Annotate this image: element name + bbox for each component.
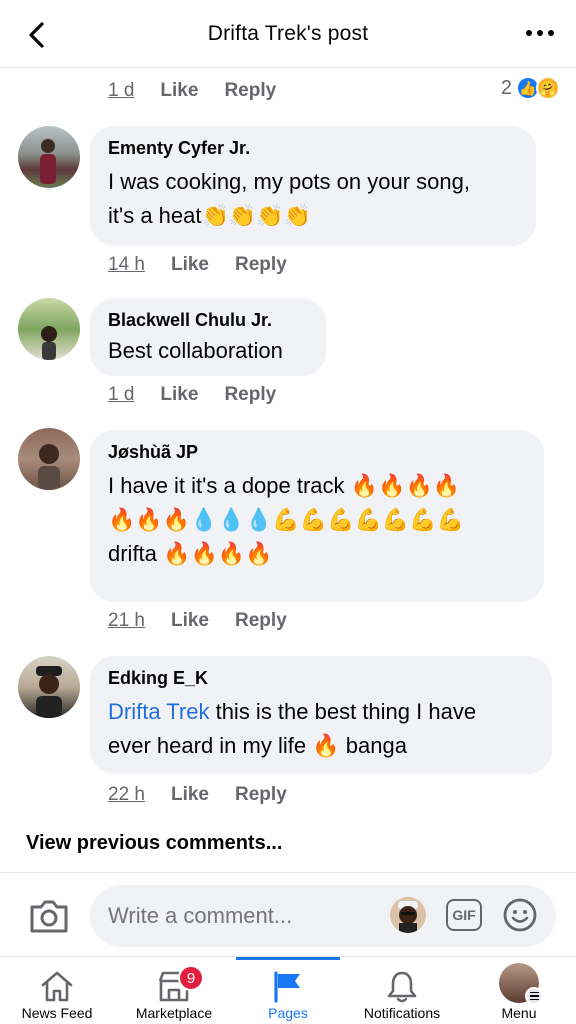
comment-line: drifta [108, 541, 157, 566]
comment-author[interactable]: Ementy Cyfer Jr. [108, 138, 518, 159]
more-options-icon[interactable] [526, 30, 554, 36]
comment-input[interactable] [90, 885, 556, 947]
comment-bubble[interactable]: Ementy Cyfer Jr. I was cooking, my pots … [90, 126, 536, 246]
tab-label: News Feed [21, 1005, 93, 1021]
tab-marketplace[interactable]: Marketplace 9 [124, 957, 224, 1024]
avatar[interactable] [18, 298, 80, 360]
tab-pages[interactable]: Pages [236, 957, 340, 1024]
comment-actions: 1 d Like Reply [108, 80, 276, 102]
tab-menu[interactable]: Menu [474, 957, 564, 1024]
comment-bubble[interactable]: Edking E_K Drifta Trek this is the best … [90, 656, 552, 774]
mention-link[interactable]: Drifta Trek [108, 699, 209, 724]
fire-emoji: 🔥🔥🔥🔥 [350, 473, 461, 498]
comment-time[interactable]: 21 h [108, 610, 145, 632]
like-button[interactable]: Like [171, 610, 209, 632]
comment-actions: 22 h Like Reply [108, 784, 287, 806]
page-title: Drifta Trek's post [207, 21, 369, 45]
clap-emoji: 👏👏👏👏 [201, 203, 312, 228]
tab-label: Marketplace [135, 1005, 213, 1021]
comment-text: Best collaboration [108, 338, 283, 363]
comment-line: banga [345, 733, 407, 758]
tab-news-feed[interactable]: News Feed [8, 957, 106, 1024]
like-button[interactable]: Like [171, 254, 209, 276]
comment-line: this is the best thing I have [209, 699, 477, 724]
avatar-sticker-icon[interactable] [390, 897, 426, 933]
post-comments-screen: Drifta Trek's post 1 d Like Reply 2 👍 🤗 … [0, 0, 576, 1024]
menu-icon [525, 987, 543, 1005]
notification-badge: 9 [178, 965, 204, 991]
comment-actions: 1 d Like Reply [108, 384, 276, 406]
emoji-row: 🔥🔥🔥💧💧💧💪💪💪💪💪💪💪 [108, 507, 465, 532]
avatar[interactable] [18, 656, 80, 718]
home-icon [41, 971, 73, 1002]
reaction-count: 2 [500, 76, 512, 99]
reply-button[interactable]: Reply [235, 254, 287, 276]
reply-button[interactable]: Reply [224, 80, 276, 102]
back-arrow-icon[interactable] [22, 20, 52, 50]
like-button[interactable]: Like [160, 384, 198, 406]
like-button[interactable]: Like [160, 80, 198, 102]
comment-line: I have it it's a dope track [108, 473, 345, 498]
comment-line: it's a heat [108, 203, 202, 228]
bell-icon [387, 971, 417, 1003]
avatar[interactable] [18, 126, 80, 188]
reaction-summary[interactable]: 2 👍 🤗 [501, 76, 560, 100]
gif-icon[interactable]: GIF [446, 899, 482, 931]
view-previous-comments-link[interactable]: View previous comments... [26, 832, 282, 855]
comment-line: ever heard in my life [108, 733, 307, 758]
comment-bubble[interactable]: Jøshùã JP I have it it's a dope track 🔥🔥… [90, 430, 544, 602]
comment-text: I was cooking, my pots on your song, it's… [108, 165, 518, 233]
bottom-navigation: News Feed Marketplace 9 Pages Notificati… [0, 956, 576, 1024]
reply-button[interactable]: Reply [224, 384, 276, 406]
tab-label: Menu [501, 1005, 537, 1021]
comment-author[interactable]: Edking E_K [108, 668, 534, 689]
tab-label: Notifications [363, 1005, 441, 1021]
comment-bubble[interactable]: Blackwell Chulu Jr. Best collaboration [90, 298, 326, 376]
reply-button[interactable]: Reply [235, 610, 287, 632]
tab-notifications[interactable]: Notifications [350, 957, 454, 1024]
profile-avatar [499, 963, 543, 1005]
comment-actions: 14 h Like Reply [108, 254, 287, 276]
comment-text: I have it it's a dope track 🔥🔥🔥🔥 🔥🔥🔥💧💧💧💪💪… [108, 469, 526, 571]
emoji-icon[interactable] [502, 897, 538, 933]
fire-emoji: 🔥🔥🔥🔥 [163, 541, 273, 566]
tab-label: Pages [268, 1005, 308, 1021]
reply-button[interactable]: Reply [235, 784, 287, 806]
comment-time[interactable]: 1 d [108, 384, 134, 406]
comment-actions: 21 h Like Reply [108, 610, 287, 632]
comment-time[interactable]: 22 h [108, 784, 145, 806]
comment-text: Drifta Trek this is the best thing I hav… [108, 695, 534, 763]
comment-composer: GIF [0, 872, 576, 956]
care-reaction-icon: 🤗 [536, 76, 560, 100]
avatar[interactable] [18, 428, 80, 490]
camera-icon[interactable] [28, 895, 70, 935]
like-button[interactable]: Like [171, 784, 209, 806]
comment-time[interactable]: 14 h [108, 254, 145, 276]
comment-line: I was cooking, my pots on your song, [108, 169, 470, 194]
top-bar: Drifta Trek's post [0, 0, 576, 68]
comment-author[interactable]: Jøshùã JP [108, 442, 526, 463]
comment-time[interactable]: 1 d [108, 80, 134, 102]
flag-icon [274, 971, 300, 1003]
comment-author[interactable]: Blackwell Chulu Jr. [108, 310, 308, 331]
fire-emoji: 🔥 [312, 733, 340, 758]
